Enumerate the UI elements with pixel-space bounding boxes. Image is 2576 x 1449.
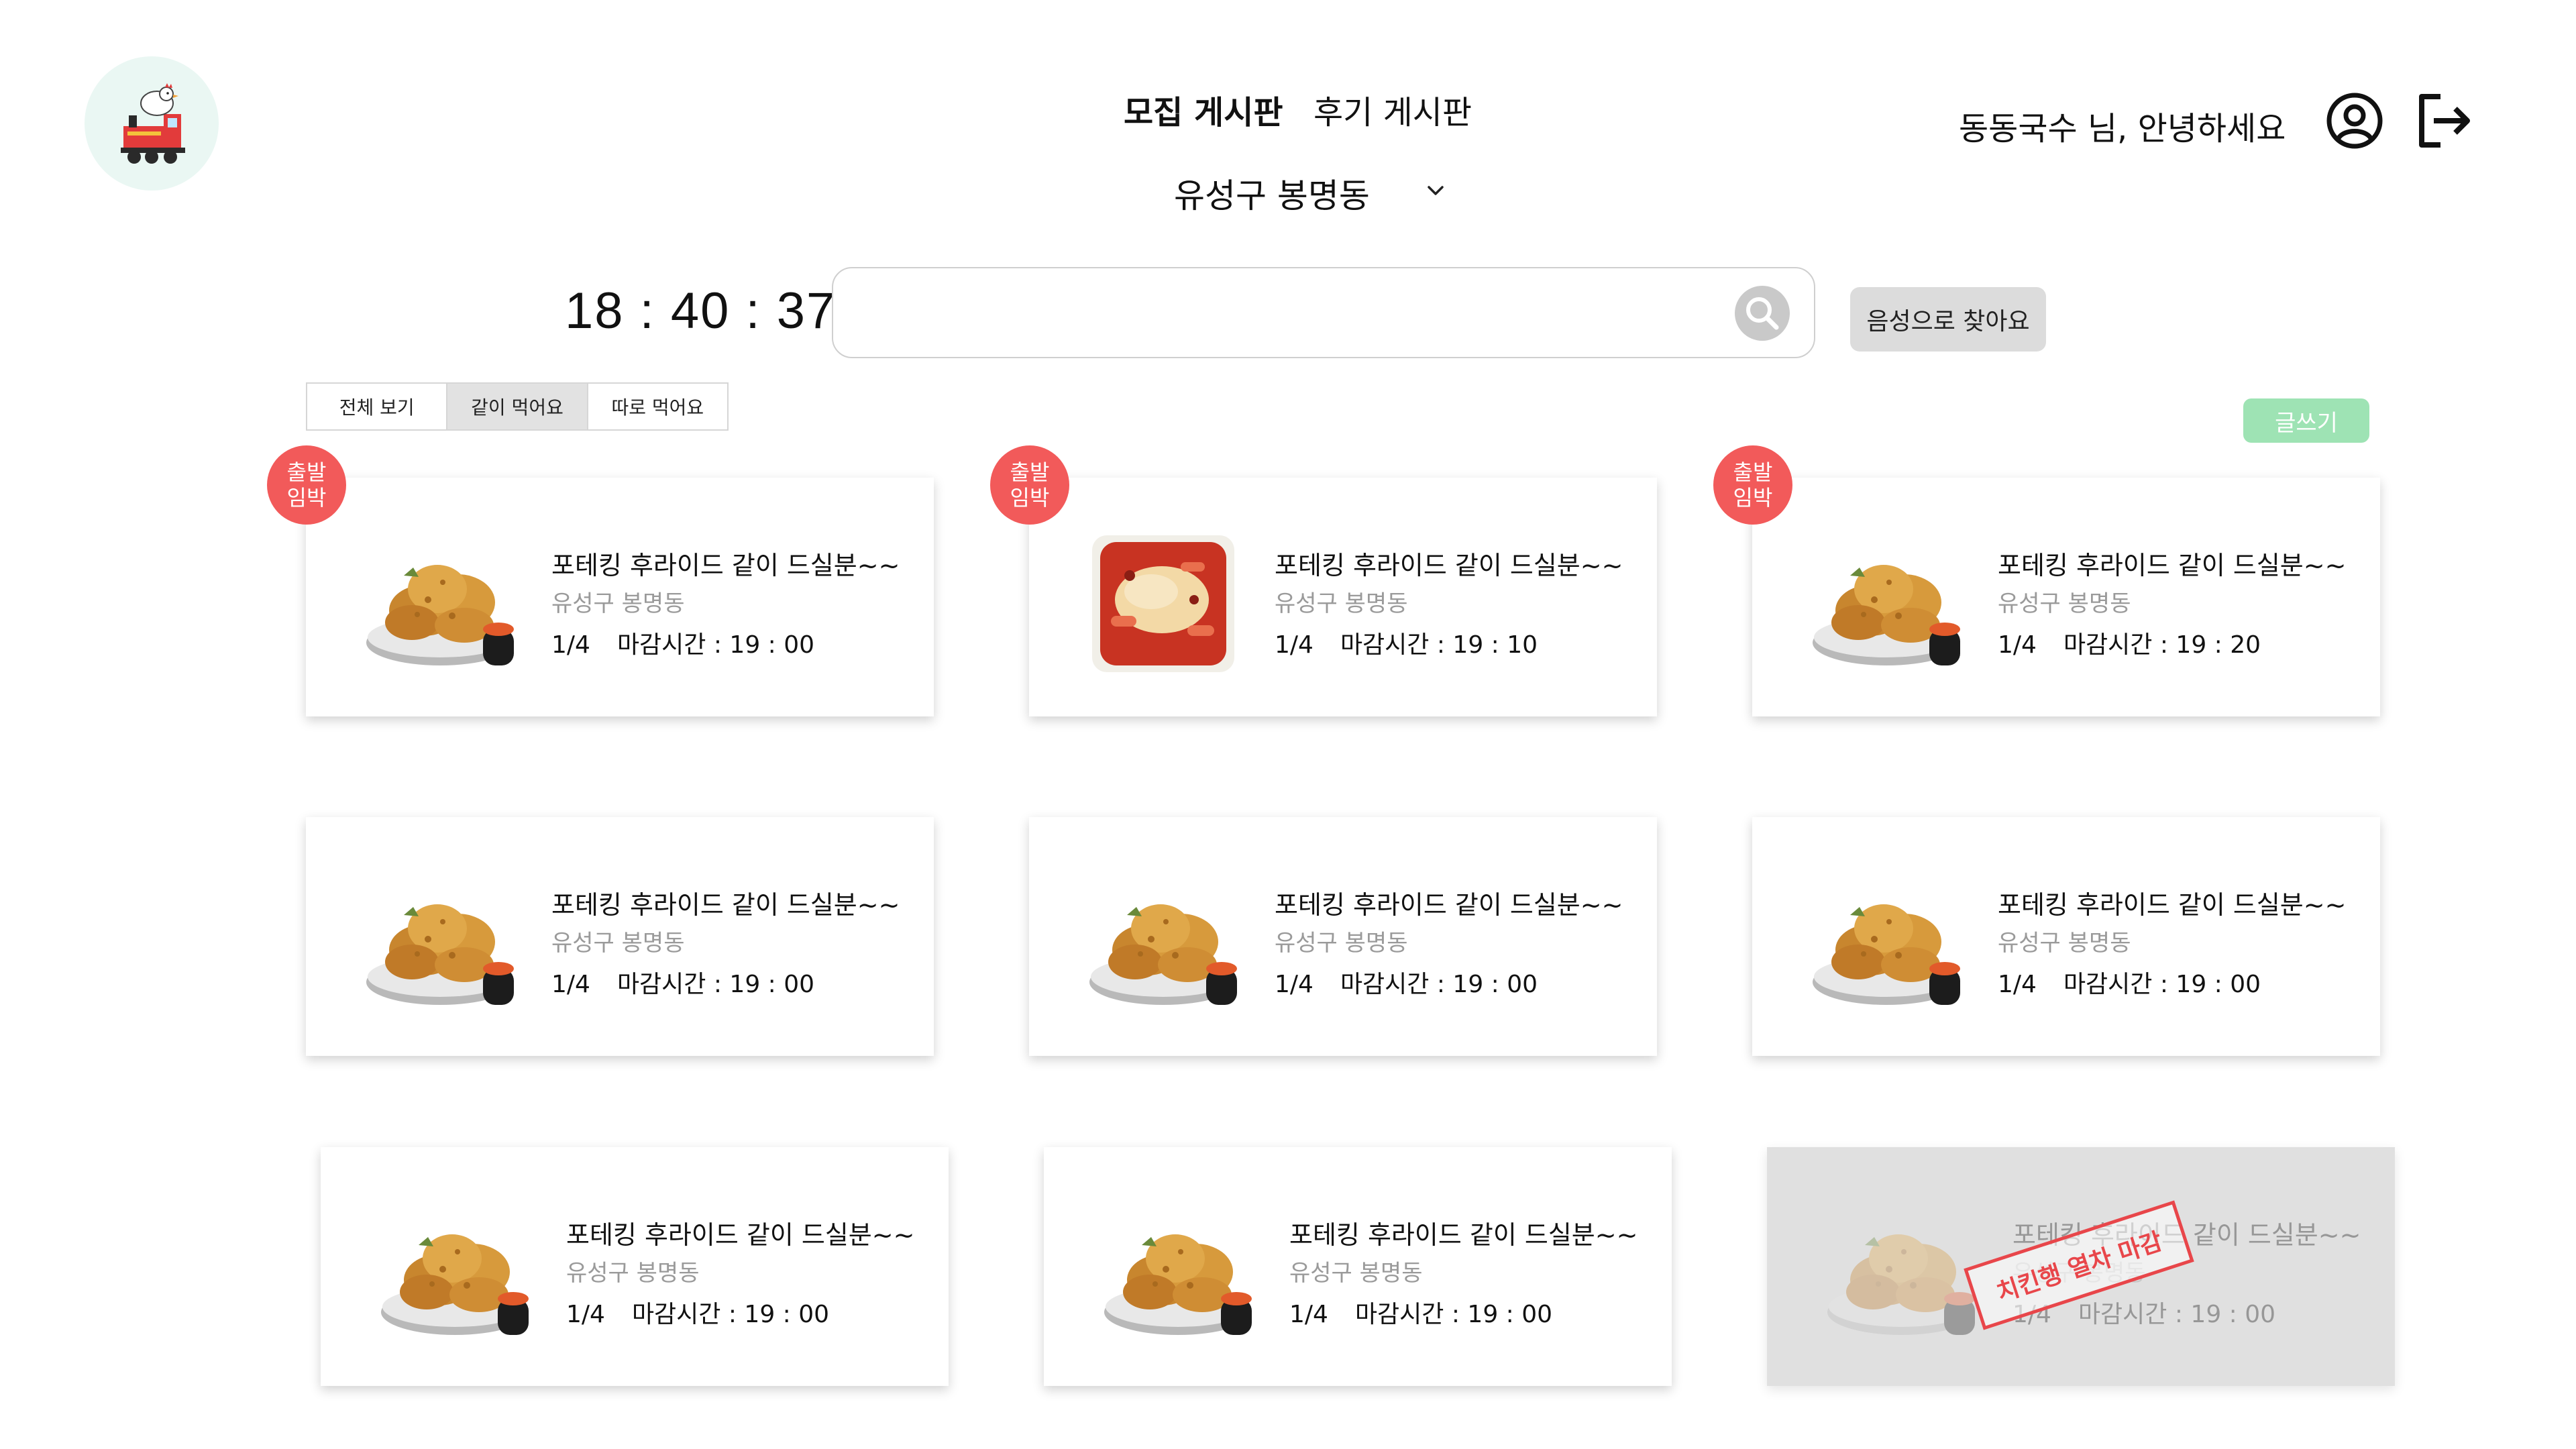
participant-count: 1/4: [551, 971, 590, 998]
deadline-time: 마감시간 : 19 : 20: [2063, 631, 2261, 659]
post-title: 포테킹 후라이드 같이 드실분~~: [566, 1220, 915, 1250]
post-card[interactable]: 포테킹 후라이드 같이 드실분~~ 유성구 봉명동 1/4 마감시간 : 19 : 0…: [1752, 817, 2380, 1056]
nav-review-board[interactable]: 후기 게시판: [1313, 86, 1472, 133]
post-area: 유성구 봉명동: [1289, 1260, 1423, 1287]
search-bar[interactable]: [832, 267, 1815, 358]
write-post-button[interactable]: 글쓰기: [2243, 398, 2369, 443]
deadline-time: 마감시간 : 19 : 10: [1340, 631, 1538, 659]
post-card[interactable]: 포테킹 후라이드 같이 드실분~~유성구 봉명동1/4마감시간 : 19 : 0…: [1767, 1147, 2395, 1386]
post-card[interactable]: 포테킹 후라이드 같이 드실분~~ 유성구 봉명동 1/4 마감시간 : 19 : 0…: [321, 1147, 949, 1386]
current-time: 18 : 40 : 37: [565, 282, 837, 339]
fried-chicken-image: [364, 535, 517, 672]
post-title: 포테킹 후라이드 같이 드실분~~: [1289, 1220, 1638, 1250]
logout-icon[interactable]: [2414, 90, 2475, 152]
post-area: 유성구 봉명동: [1998, 930, 2131, 957]
post-area: 유성구 봉명동: [1275, 930, 1408, 957]
tab-together[interactable]: 같이 먹어요: [446, 384, 587, 429]
tteokbokki-image: [1087, 535, 1240, 672]
chicken-train-logo[interactable]: [85, 56, 219, 191]
fried-chicken-image: [378, 1205, 531, 1342]
post-meta: 1/4 마감시간 : 19 : 20: [1998, 625, 2261, 660]
deadline-time: 마감시간 : 19 : 00: [616, 631, 815, 659]
user-profile-icon[interactable]: [2325, 91, 2384, 150]
deadline-time: 마감시간 : 19 : 00: [2078, 1301, 2276, 1328]
search-input[interactable]: [860, 288, 1701, 337]
post-title: 포테킹 후라이드 같이 드실분~~: [551, 551, 900, 580]
post-area: 유성구 봉명동: [1998, 590, 2131, 617]
participant-count: 1/4: [1998, 631, 2037, 659]
post-area: 유성구 봉명동: [551, 930, 685, 957]
region-select[interactable]: 유성구 봉명동: [1174, 169, 1370, 217]
post-card[interactable]: 포테킹 후라이드 같이 드실분~~ 유성구 봉명동 1/4 마감시간 : 19 : 1…: [1029, 478, 1657, 716]
post-area: 유성구 봉명동: [1275, 590, 1408, 617]
participant-count: 1/4: [1275, 631, 1313, 659]
deadline-time: 마감시간 : 19 : 00: [616, 971, 815, 998]
tab-separate[interactable]: 따로 먹어요: [586, 384, 727, 429]
user-greeting: 동동국수 님, 안녕하세요: [1959, 110, 2286, 148]
post-meta: 1/4 마감시간 : 19 : 00: [551, 965, 814, 1000]
post-card[interactable]: 포테킹 후라이드 같이 드실분~~ 유성구 봉명동 1/4 마감시간 : 19 : 0…: [306, 478, 934, 716]
participant-count: 1/4: [1275, 971, 1313, 998]
post-card[interactable]: 포테킹 후라이드 같이 드실분~~ 유성구 봉명동 1/4 마감시간 : 19 : 0…: [1029, 817, 1657, 1056]
fried-chicken-image: [1825, 1205, 1978, 1342]
participant-count: 1/4: [1998, 971, 2037, 998]
participant-count: 1/4: [566, 1301, 605, 1328]
post-title: 포테킹 후라이드 같이 드실분~~: [1998, 551, 2347, 580]
participant-count: 1/4: [1289, 1301, 1328, 1328]
fried-chicken-image: [1102, 1205, 1254, 1342]
departure-soon-badge: 출발 임박: [1713, 445, 1792, 525]
deadline-time: 마감시간 : 19 : 00: [1354, 1301, 1553, 1328]
post-card[interactable]: 포테킹 후라이드 같이 드실분~~ 유성구 봉명동 1/4 마감시간 : 19 : 0…: [306, 817, 934, 1056]
chevron-down-icon[interactable]: [1421, 176, 1450, 205]
post-meta: 1/4 마감시간 : 19 : 00: [1998, 965, 2261, 1000]
post-meta: 1/4 마감시간 : 19 : 00: [1289, 1295, 1552, 1330]
deadline-time: 마감시간 : 19 : 00: [631, 1301, 830, 1328]
deadline-time: 마감시간 : 19 : 00: [1340, 971, 1538, 998]
post-title: 포테킹 후라이드 같이 드실분~~: [1275, 890, 1623, 920]
post-card[interactable]: 포테킹 후라이드 같이 드실분~~ 유성구 봉명동 1/4 마감시간 : 19 : 0…: [1044, 1147, 1672, 1386]
post-title: 포테킹 후라이드 같이 드실분~~: [1998, 890, 2347, 920]
fried-chicken-image: [364, 875, 517, 1012]
departure-soon-badge: 출발 임박: [990, 445, 1069, 525]
post-meta: 1/4 마감시간 : 19 : 00: [1275, 965, 1538, 1000]
post-meta: 1/4 마감시간 : 19 : 00: [566, 1295, 829, 1330]
post-title: 포테킹 후라이드 같이 드실분~~: [551, 890, 900, 920]
post-meta: 1/4 마감시간 : 19 : 00: [551, 625, 814, 660]
post-title: 포테킹 후라이드 같이 드실분~~: [1275, 551, 1623, 580]
departure-soon-badge: 출발 임박: [267, 445, 346, 525]
post-area: 유성구 봉명동: [566, 1260, 700, 1287]
tab-all[interactable]: 전체 보기: [307, 384, 446, 429]
search-icon[interactable]: [1735, 286, 1790, 341]
filter-tabs: 전체 보기 같이 먹어요 따로 먹어요: [306, 382, 729, 431]
post-card[interactable]: 포테킹 후라이드 같이 드실분~~ 유성구 봉명동 1/4 마감시간 : 19 : 2…: [1752, 478, 2380, 716]
post-area: 유성구 봉명동: [551, 590, 685, 617]
fried-chicken-image: [1087, 875, 1240, 1012]
participant-count: 1/4: [551, 631, 590, 659]
nav-recruit-board[interactable]: 모집 게시판: [1124, 86, 1283, 133]
deadline-time: 마감시간 : 19 : 00: [2063, 971, 2261, 998]
fried-chicken-image: [1810, 535, 1963, 672]
voice-search-button[interactable]: 음성으로 찾아요: [1850, 287, 2046, 352]
post-meta: 1/4 마감시간 : 19 : 10: [1275, 625, 1538, 660]
fried-chicken-image: [1810, 875, 1963, 1012]
